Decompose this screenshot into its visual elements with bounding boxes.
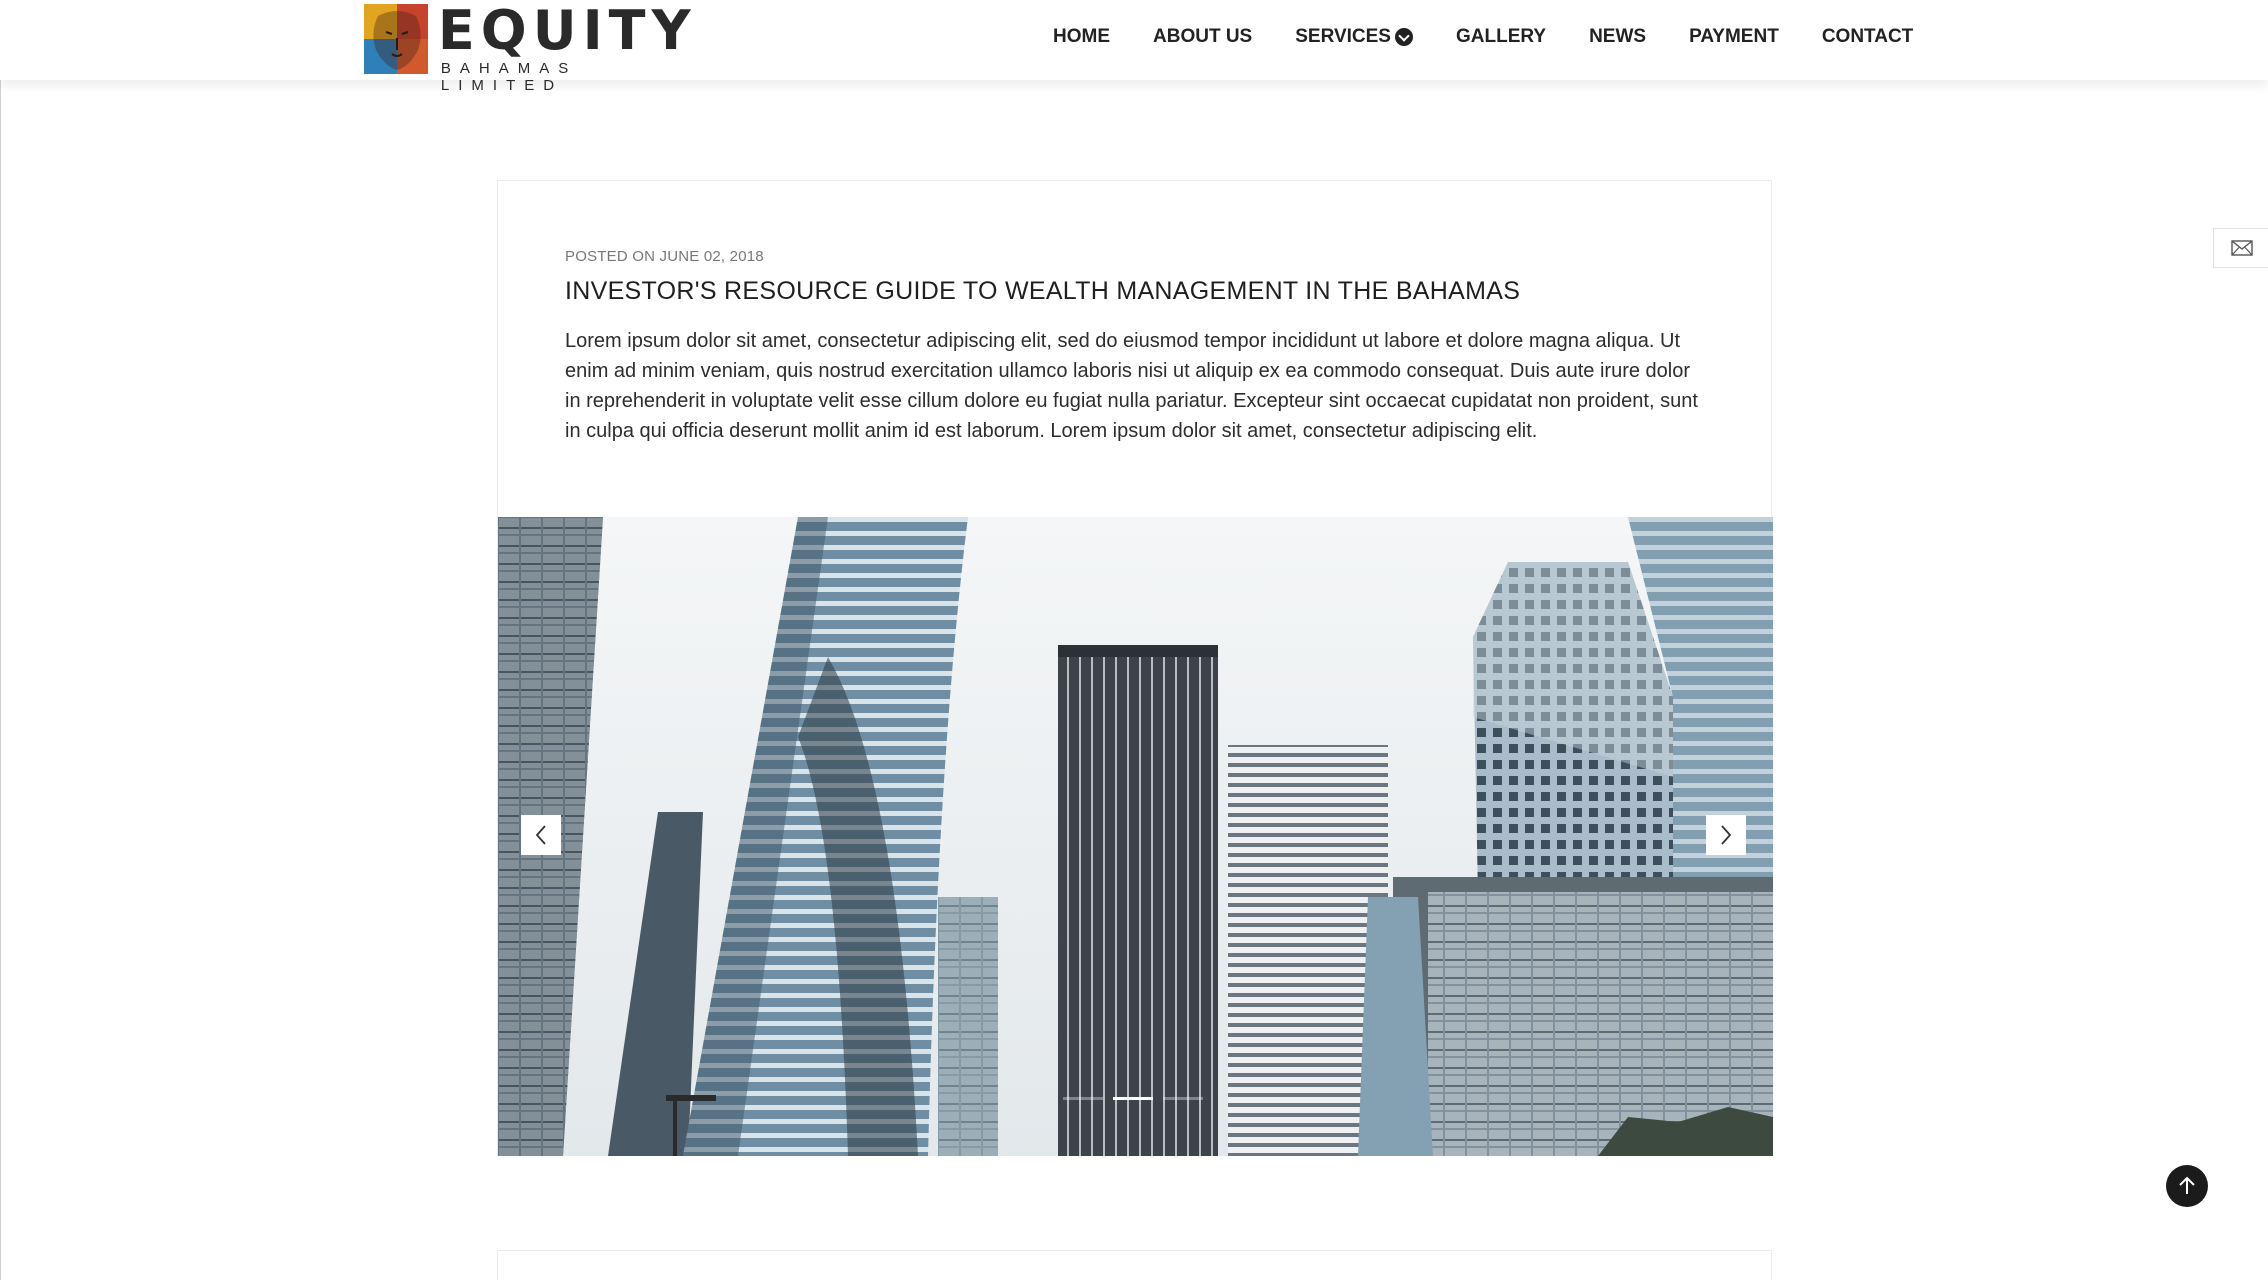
chevron-right-icon — [1721, 825, 1732, 845]
nav-services-label: SERVICES — [1295, 26, 1391, 47]
nav-contact[interactable]: CONTACT — [1822, 26, 1913, 48]
logo-subtitle: BAHAMAS LIMITED — [440, 60, 578, 94]
slider-pagination — [1063, 1097, 1213, 1100]
nav-home-label: HOME — [1053, 26, 1110, 47]
back-to-top-button[interactable] — [2166, 1165, 2208, 1207]
slider-prev-button[interactable] — [521, 815, 561, 855]
nav-news[interactable]: NEWS — [1589, 26, 1646, 48]
image-slider — [498, 517, 1773, 1156]
nav-contact-label: CONTACT — [1821, 26, 1914, 47]
nav-about-us-label: ABOUT US — [1153, 26, 1253, 47]
chevron-left-icon — [535, 825, 546, 845]
slider-dot-active[interactable] — [1113, 1097, 1153, 1100]
nav-gallery[interactable]: GALLERY — [1456, 26, 1546, 48]
chevron-circle-down-icon — [1394, 28, 1413, 46]
nav-news-label: NEWS — [1589, 26, 1647, 47]
main-nav: HOME ABOUT US SERVICES GALLERY NEWS PAYM… — [1053, 26, 1913, 48]
next-post-card — [497, 1250, 1772, 1280]
nav-gallery-label: GALLERY — [1455, 26, 1547, 47]
slider-dot[interactable] — [1063, 1097, 1103, 1100]
skyscrapers-image — [498, 517, 1773, 1156]
lion-logo-icon — [364, 4, 428, 74]
post-title[interactable]: INVESTOR'S RESOURCE GUIDE TO WEALTH MANA… — [565, 277, 1705, 306]
nav-home[interactable]: HOME — [1053, 26, 1110, 48]
nav-about-us[interactable]: ABOUT US — [1153, 26, 1252, 48]
logo-title: EQUITY — [437, 0, 697, 62]
logo[interactable]: EQUITY BAHAMAS LIMITED — [364, 0, 704, 94]
arrow-up-icon — [2179, 1176, 2195, 1194]
envelope-icon — [2230, 240, 2253, 256]
mail-tab-button[interactable] — [2213, 228, 2268, 268]
post-excerpt: Lorem ipsum dolor sit amet, consectetur … — [565, 330, 1698, 442]
nav-services[interactable]: SERVICES — [1295, 26, 1413, 48]
slider-next-button[interactable] — [1706, 815, 1746, 855]
nav-payment-label: PAYMENT — [1689, 26, 1779, 47]
slider-dot[interactable] — [1163, 1097, 1203, 1100]
post-card: POSTED ON JUNE 02, 2018 INVESTOR'S RESOU… — [497, 180, 1773, 1156]
nav-payment[interactable]: PAYMENT — [1689, 26, 1779, 48]
post-date: POSTED ON JUNE 02, 2018 — [565, 248, 764, 265]
site-header: EQUITY BAHAMAS LIMITED HOME ABOUT US SER… — [0, 0, 2268, 94]
